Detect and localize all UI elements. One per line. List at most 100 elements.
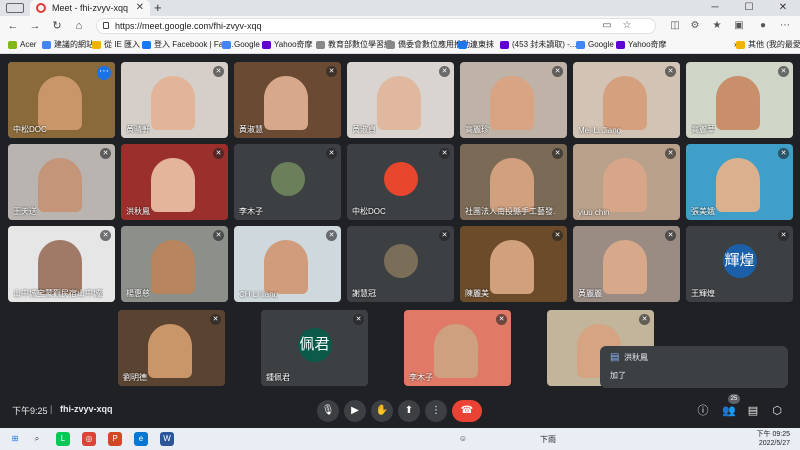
bookmark-item[interactable]: Google	[222, 36, 260, 53]
star-icon[interactable]: ☆	[620, 19, 634, 33]
close-window-icon[interactable]: ✕	[768, 0, 798, 16]
participant-tile[interactable]: ✕ 張美娥	[686, 144, 793, 220]
hangup-icon: ☎	[460, 405, 474, 416]
participant-tile[interactable]: ⋯ 中松DOC	[8, 62, 115, 138]
mic-off-icon: ✕	[439, 148, 450, 159]
home-icon[interactable]: ⌂	[72, 19, 86, 33]
mic-off-icon: ✕	[552, 148, 563, 159]
participant-video-figure	[38, 240, 82, 294]
participant-video-figure	[151, 240, 195, 294]
word-icon[interactable]: W	[160, 432, 174, 446]
back-icon[interactable]: ←	[6, 19, 20, 33]
windows-start-icon[interactable]: ⊞	[8, 432, 22, 446]
participant-tile[interactable]: ✕ 黃淑慧	[234, 62, 341, 138]
chat-notification[interactable]: ▤ 洪秋鳳 加了	[600, 346, 788, 388]
present-icon: ⬆	[404, 405, 414, 416]
raise-hand-button[interactable]: ✋	[371, 400, 393, 422]
chat-icon[interactable]: ▤	[744, 402, 762, 420]
address-bar[interactable]: https://meet.google.com/fhi-zvyv-xqq	[96, 18, 656, 34]
more-menu-icon[interactable]: ⋯	[778, 19, 792, 33]
maximize-icon[interactable]: ☐	[734, 0, 764, 16]
participant-tile[interactable]: ✕ 黃淑貞	[347, 62, 454, 138]
tab-actions-icon[interactable]	[6, 3, 24, 13]
mic-off-icon: ✕	[778, 148, 789, 159]
participant-name: 黃淑貞	[352, 125, 376, 134]
chat-icon: ▤	[610, 352, 620, 363]
reload-icon[interactable]: ↻	[50, 19, 64, 33]
collections-icon[interactable]: ◫	[668, 19, 682, 33]
powerpoint-icon[interactable]: P	[108, 432, 122, 446]
chevron-right-icon[interactable]: ›	[722, 36, 737, 53]
new-tab-button[interactable]: +	[154, 0, 162, 16]
bookmark-item[interactable]: 從 IE 匯入	[92, 36, 140, 53]
bookmark-item[interactable]: 教育部數位學習網	[316, 36, 392, 53]
bookmark-item[interactable]: Yahoo奇摩	[616, 36, 667, 53]
edge-icon[interactable]: e	[134, 432, 148, 446]
meeting-info-icon[interactable]: ⓘ	[694, 402, 712, 420]
participant-tile[interactable]: ✕ 李木子	[234, 144, 341, 220]
participant-tile[interactable]: ✕ 黃麗麗	[573, 226, 680, 302]
participant-tile[interactable]: 輝煌 ✕ 王輝煌	[686, 226, 793, 302]
participant-video-figure	[151, 76, 195, 130]
camera-button[interactable]: ▶	[344, 400, 366, 422]
participant-tile[interactable]: ✕ 社團法人南投縣手工藝發...	[460, 144, 567, 220]
people-taskbar-icon[interactable]: ☺	[456, 432, 470, 446]
meet-record-icon	[36, 3, 46, 13]
other-bookmarks[interactable]: 其他 (我的最愛)	[736, 36, 800, 53]
participant-tile[interactable]: ✕ CH Li liang	[234, 226, 341, 302]
participant-video-figure	[490, 76, 534, 130]
mic-off-icon: ✕	[326, 148, 337, 159]
participant-tile[interactable]: ✕ 李木子	[404, 310, 511, 386]
people-icon[interactable]: 👥	[720, 402, 738, 420]
mic-off-icon: ✕	[100, 230, 111, 241]
bookmark-icon	[42, 41, 51, 49]
camera-in-use-icon[interactable]: ▭	[600, 19, 614, 33]
microphone-button[interactable]: 🎙	[317, 400, 339, 422]
forward-icon[interactable]: →	[28, 19, 42, 33]
present-button[interactable]: ⬆	[398, 400, 420, 422]
participant-tile[interactable]: ✕ 劉明德	[118, 310, 225, 386]
minimize-icon[interactable]: ─	[700, 0, 730, 16]
more-options-button[interactable]: ⋮	[425, 400, 447, 422]
browser-tab[interactable]: Meet - fhi-zvyv-xqq ✕	[30, 0, 150, 16]
line-app-icon[interactable]: L	[56, 432, 70, 446]
participant-tile[interactable]: ✕ 王天送	[8, 144, 115, 220]
participant-name: 張美娥	[691, 207, 715, 216]
bookmark-item[interactable]: (453 封未讀取) -...	[500, 36, 576, 53]
favorites-icon[interactable]: ★	[710, 19, 724, 33]
collections-bar-icon[interactable]: ▣	[732, 19, 746, 33]
participant-tile[interactable]: ✕ 山中城宝蒙觀民宿山中城宝	[8, 226, 115, 302]
extensions-icon[interactable]: ⚙	[688, 19, 702, 33]
participant-tile[interactable]: ✕ 楊惠慈	[121, 226, 228, 302]
bookmark-item[interactable]: Google	[576, 36, 614, 53]
system-clock[interactable]: 下午 09:25 2022/5/27	[757, 430, 790, 448]
tile-menu-icon[interactable]: ⋯	[97, 66, 111, 80]
participant-tile[interactable]: ✕ 高麗珍	[460, 62, 567, 138]
meeting-code: fhi-zvyv-xqq	[60, 404, 113, 414]
profile-icon[interactable]: ●	[756, 19, 770, 33]
leave-call-button[interactable]: ☎	[452, 400, 482, 422]
bookmark-item[interactable]: Yahoo奇摩	[262, 36, 313, 53]
participant-tile[interactable]: 佩君 ✕ 鍾佩君	[261, 310, 368, 386]
chrome-icon[interactable]: ◎	[82, 432, 96, 446]
close-tab-icon[interactable]: ✕	[136, 0, 144, 16]
participant-tile[interactable]: ✕ 高麗華	[686, 62, 793, 138]
participant-tile[interactable]: ✕ 陳麗美	[460, 226, 567, 302]
weather-widget[interactable]: 下雨	[540, 434, 556, 445]
participant-tile[interactable]: ✕ 黃晴軒	[121, 62, 228, 138]
bookmark-item[interactable]: 登入 Facebook | Fac...	[142, 36, 234, 53]
bookmark-item[interactable]: 連東抹	[458, 36, 494, 53]
participant-tile[interactable]: ✕ Mei-Li Jiang	[573, 62, 680, 138]
search-icon[interactable]: ⌕	[30, 432, 44, 446]
camera-icon: ▶	[351, 405, 359, 416]
activities-icon[interactable]: ⬡	[768, 402, 786, 420]
participant-video-figure	[148, 324, 192, 378]
participant-tile[interactable]: ✕ 洪秋鳳	[121, 144, 228, 220]
bookmark-item[interactable]: 建議的網站	[42, 36, 94, 53]
participant-tile[interactable]: ✕ 中松DOC	[347, 144, 454, 220]
participant-tile[interactable]: ✕ 謝慧冠	[347, 226, 454, 302]
mic-off-icon: ✕	[326, 230, 337, 241]
participant-tile[interactable]: ✕ yiuu chin	[573, 144, 680, 220]
bookmark-item[interactable]: Acer	[8, 36, 36, 53]
browser-tab-strip: Meet - fhi-zvyv-xqq ✕ + ─ ☐ ✕	[0, 0, 800, 16]
